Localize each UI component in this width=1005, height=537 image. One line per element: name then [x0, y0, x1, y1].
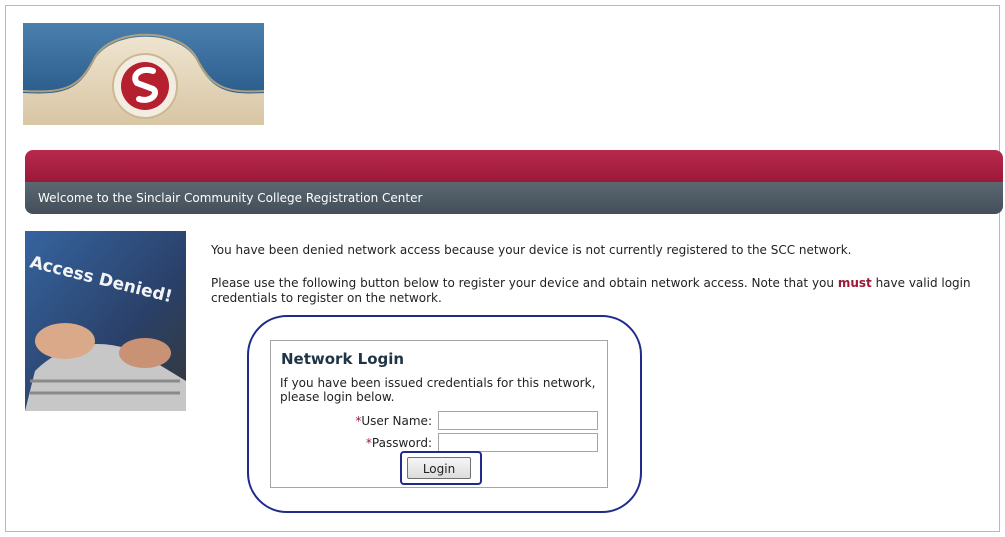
- login-description: If you have been issued credentials for …: [280, 376, 596, 404]
- header-red-bar: [25, 150, 1003, 182]
- username-label: *User Name:: [355, 414, 432, 428]
- instructions-message: Please use the following button below to…: [211, 276, 971, 305]
- denied-message: You have been denied network access beca…: [211, 243, 852, 257]
- access-denied-image: Access Denied!: [25, 231, 186, 411]
- login-button[interactable]: Login: [407, 457, 471, 479]
- welcome-banner: Welcome to the Sinclair Community Colleg…: [25, 182, 1003, 214]
- must-emphasis: must: [837, 276, 872, 290]
- password-input[interactable]: [438, 433, 598, 452]
- username-input[interactable]: [438, 411, 598, 430]
- password-label: *Password:: [365, 436, 432, 450]
- sinclair-logo: [23, 23, 264, 125]
- login-title: Network Login: [281, 350, 405, 368]
- network-login-box: Network Login If you have been issued cr…: [270, 340, 608, 488]
